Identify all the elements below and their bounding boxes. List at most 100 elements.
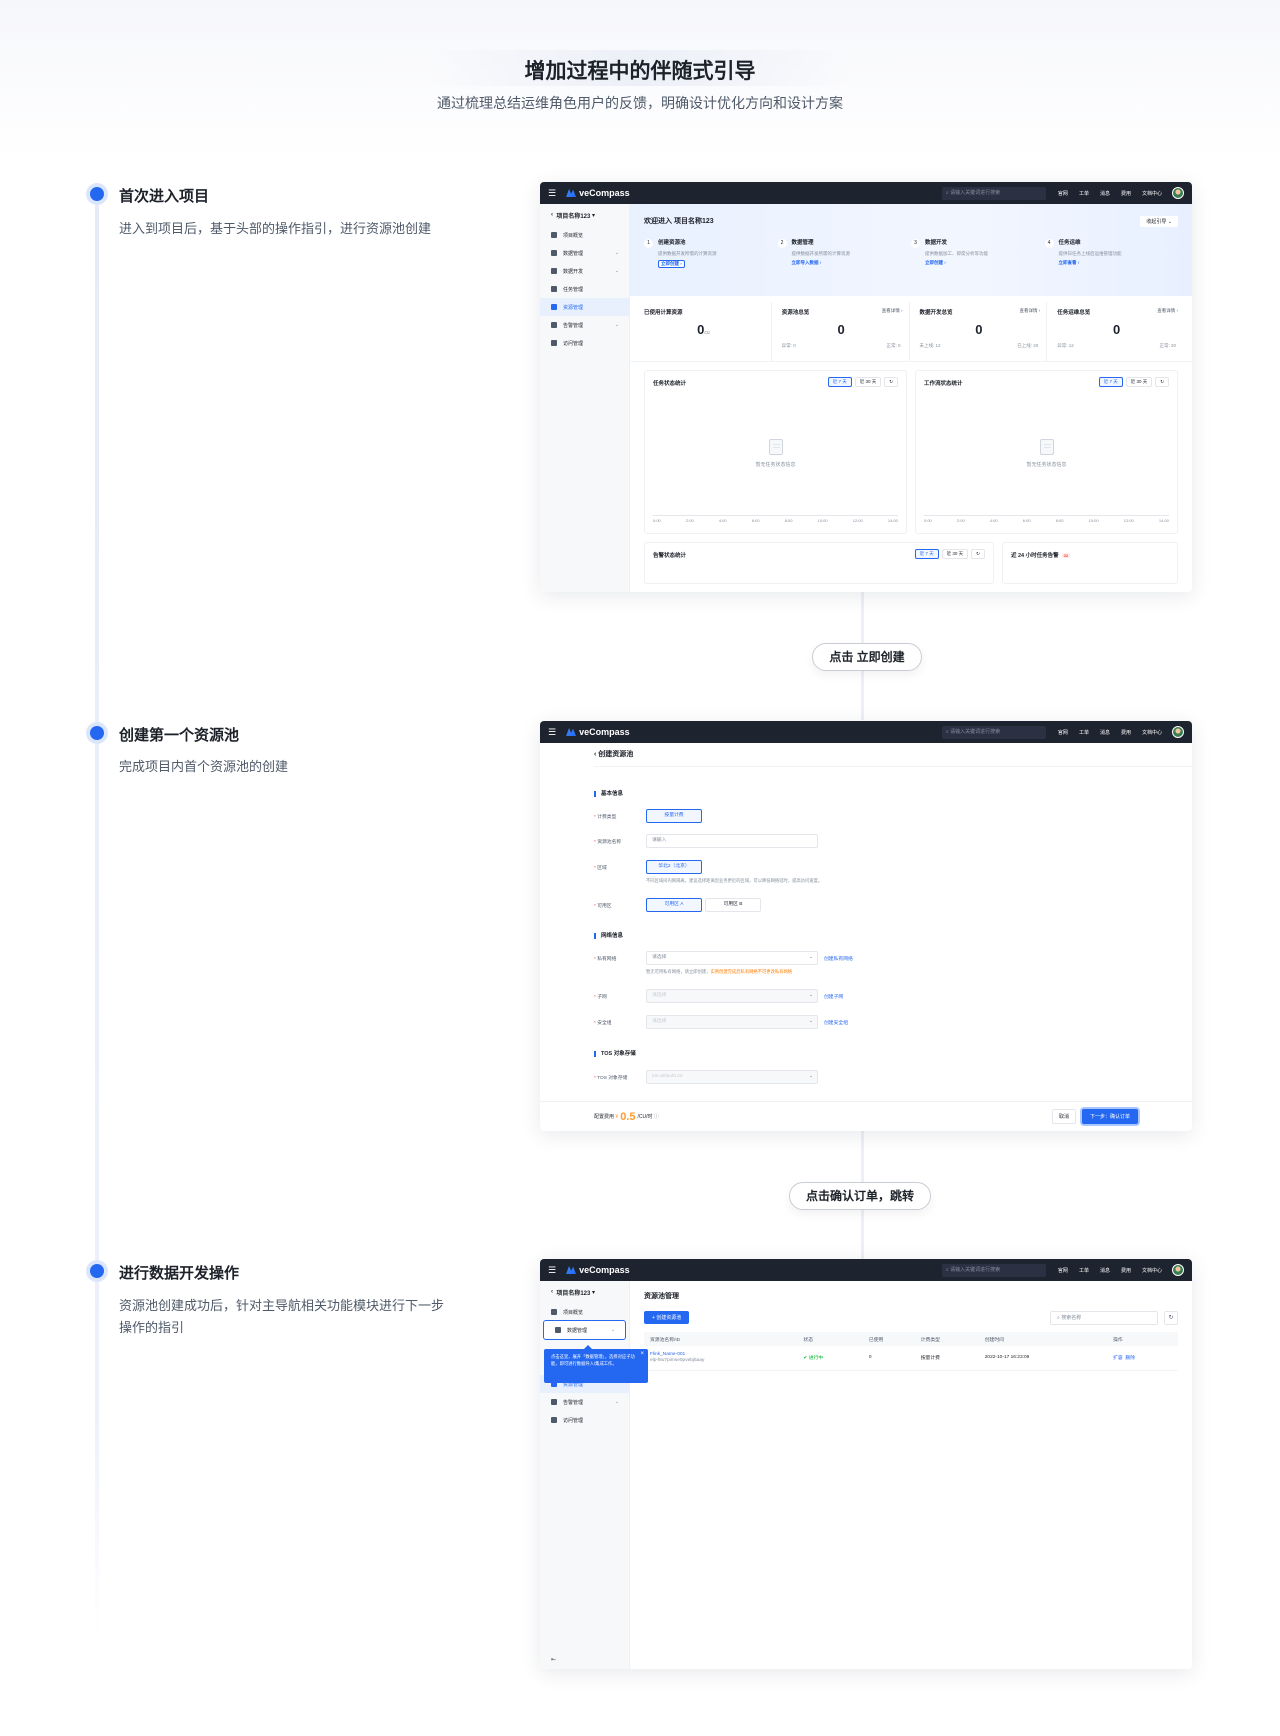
menu-icon[interactable]: ☰ <box>548 727 556 738</box>
sidebar-item-data[interactable]: 数据管理 ⌄ <box>540 244 629 262</box>
guide-step-number: 1 <box>644 239 653 248</box>
zone-b-option[interactable]: 可用区 B <box>705 898 761 912</box>
nav-message[interactable]: 消息 <box>1100 190 1110 197</box>
billing-type-option[interactable]: 按量计费 <box>646 809 702 823</box>
subnet-select[interactable]: 请选择 ⌄ <box>646 989 818 1003</box>
brand-name: veCompass <box>579 727 630 737</box>
view-ops-link[interactable]: 立即查看 › <box>1059 260 1080 265</box>
view-detail-link[interactable]: 查看详情 › <box>1020 308 1041 314</box>
collapse-guide-button[interactable]: 收起引导 ⌄ <box>1140 216 1178 227</box>
sidebar-item-data[interactable]: 数据管理 ⌄ <box>543 1320 626 1340</box>
cancel-button[interactable]: 取消 <box>1051 1109 1076 1124</box>
range-30d-button[interactable]: 近 30 天 <box>1125 377 1153 387</box>
global-search[interactable]: ⌕ 请输入关键词进行搜索 <box>941 725 1046 739</box>
nav-billing[interactable]: 费用 <box>1121 1267 1131 1274</box>
vpc-select[interactable]: 请选择 ⌄ <box>646 951 818 965</box>
close-icon[interactable]: × <box>640 1351 644 1358</box>
sidebar-item-resource[interactable]: 资源管理 <box>540 298 629 316</box>
pool-name-link[interactable]: Flink_Name-001 <box>650 1352 685 1357</box>
nav-docs[interactable]: 文档中心 <box>1142 190 1162 197</box>
tick-label: 4:00 <box>989 518 998 523</box>
view-detail-link[interactable]: 查看详情 › <box>1157 308 1178 314</box>
range-7d-button[interactable]: 近 7 天 <box>914 549 939 559</box>
sidebar-item-alarm[interactable]: 告警管理 ⌄ <box>540 1393 629 1411</box>
create-subnet-link[interactable]: 创建子网 <box>824 993 843 1000</box>
region-hint: 不同区域间内网隔离，建议选择距离您业务更近的区域，可以降低网络延时，提高访问速度… <box>646 878 823 883</box>
sidebar-item-overview[interactable]: 项目概览 <box>540 1303 629 1321</box>
nav-message[interactable]: 消息 <box>1100 1267 1110 1274</box>
sidebar-item-access[interactable]: 访问管理 <box>540 1411 629 1429</box>
sidebar-item-task[interactable]: 任务管理 <box>540 280 629 298</box>
nav-official[interactable]: 官网 <box>1058 729 1068 736</box>
import-data-link[interactable]: 立即导入数据 › <box>792 260 822 265</box>
nav-official[interactable]: 官网 <box>1058 190 1068 197</box>
refresh-icon[interactable]: ↻ <box>1155 377 1169 387</box>
app-topbar: ☰ veCompass ⌕ 请输入关键词进行搜索 官网 工单 消息 费用 文档中… <box>540 182 1192 204</box>
guide-step-number: 2 <box>777 239 787 248</box>
global-search[interactable]: ⌕ 请输入关键词进行搜索 <box>941 1263 1046 1277</box>
nav-ticket[interactable]: 工单 <box>1079 729 1089 736</box>
nav-billing[interactable]: 费用 <box>1121 729 1131 736</box>
flow-pill-create: 点击 立即创建 <box>812 643 922 671</box>
stat-value: 0 <box>837 322 845 337</box>
create-dev-link[interactable]: 立即创建 › <box>925 260 946 265</box>
next-confirm-order-button[interactable]: 下一步：确认订单 <box>1081 1109 1138 1124</box>
project-switcher[interactable]: ‹ 项目名称123 ▾ <box>540 204 629 226</box>
form-header[interactable]: ‹ 创建资源池 <box>594 743 1192 767</box>
menu-icon[interactable]: ☰ <box>548 1265 556 1276</box>
sidebar-item-label: 项目概览 <box>563 1309 584 1316</box>
view-detail-link[interactable]: 查看详情 › <box>882 308 903 314</box>
nav-message[interactable]: 消息 <box>1100 729 1110 736</box>
collapse-sidebar-icon[interactable]: ⇤ <box>551 1656 556 1663</box>
create-security-group-link[interactable]: 创建安全组 <box>824 1019 848 1026</box>
screenshot-pool-management: ☰ veCompass ⌕ 请输入关键词进行搜索 官网 工单 消息 费用 文档中… <box>540 1259 1192 1669</box>
avatar[interactable] <box>1172 1264 1184 1276</box>
avatar[interactable] <box>1172 187 1184 199</box>
sidebar-item-alarm[interactable]: 告警管理 ⌄ <box>540 316 629 334</box>
refresh-icon[interactable]: ↻ <box>1164 1311 1178 1325</box>
refresh-icon[interactable]: ↻ <box>971 549 985 559</box>
nav-ticket[interactable]: 工单 <box>1079 190 1089 197</box>
menu-icon[interactable]: ☰ <box>548 188 556 199</box>
sidebar-item-overview[interactable]: 项目概览 <box>540 226 629 244</box>
global-search[interactable]: ⌕ 请输入关键词进行搜索 <box>941 186 1046 200</box>
page-subtitle: 通过梳理总结运维角色用户的反馈，明确设计优化方向和设计方案 <box>437 95 843 111</box>
count-badge: 32 <box>1061 553 1071 558</box>
guide-step-number: 3 <box>911 239 920 248</box>
pool-search-input[interactable]: ⌕ 搜索名称 <box>1050 1311 1158 1325</box>
nav-docs[interactable]: 文档中心 <box>1142 729 1162 736</box>
range-30d-button[interactable]: 近 30 天 <box>854 377 882 387</box>
guide-step: 3 数据开发 提供数据加工、即席分析等功能 立即创建 › <box>911 238 1045 268</box>
stat-foot: 未上线: 12 <box>919 343 941 348</box>
refresh-icon[interactable]: ↻ <box>884 377 898 387</box>
delete-button[interactable]: 删除 <box>1125 1356 1135 1361</box>
logo-icon <box>566 189 577 197</box>
nav-official[interactable]: 官网 <box>1058 1267 1068 1274</box>
range-7d-button[interactable]: 近 7 天 <box>827 377 852 387</box>
step-desc: 进入到项目后，基于头部的操作指引，进行资源池创建 <box>119 221 432 236</box>
welcome-guide: 欢迎进入 项目名称123 收起引导 ⌄ 1 创建资源池 提供数据开发所需的计算资源立… <box>630 204 1192 296</box>
range-7d-button[interactable]: 近 7 天 <box>1098 377 1123 387</box>
create-pool-button[interactable]: + 创建资源池 <box>644 1311 690 1324</box>
create-now-button[interactable]: 立即创建 › <box>658 260 685 268</box>
chevron-down-icon: ⌄ <box>614 268 619 274</box>
region-option[interactable]: 华北2（北京） <box>646 860 702 874</box>
overview-icon <box>551 1309 557 1315</box>
stat-foot: 正常: 0 <box>886 343 901 348</box>
tick-label: 8:00 <box>1055 518 1064 523</box>
zone-a-option[interactable]: 可用区 A <box>646 898 702 912</box>
sidebar-item-access[interactable]: 访问管理 <box>540 334 629 352</box>
pool-name-input[interactable]: 请输入 <box>646 834 818 848</box>
nav-docs[interactable]: 文档中心 <box>1142 1267 1162 1274</box>
project-switcher[interactable]: ‹ 项目名称123 ▾ <box>540 1281 629 1303</box>
scale-button[interactable]: 扩容 <box>1113 1356 1123 1361</box>
security-group-select[interactable]: 请选择 ⌄ <box>646 1015 818 1029</box>
sidebar-item-dev[interactable]: 数据开发 ⌄ <box>540 262 629 280</box>
create-vpc-link[interactable]: 创建私有网络 <box>824 955 853 962</box>
nav-ticket[interactable]: 工单 <box>1079 1267 1089 1274</box>
screenshot-create-pool: ☰ veCompass ⌕ 请输入关键词进行搜索 官网 工单 消息 费用 文档中… <box>540 721 1192 1131</box>
tos-select[interactable]: tos-default123 ⌄ <box>646 1070 818 1084</box>
avatar[interactable] <box>1172 726 1184 738</box>
nav-billing[interactable]: 费用 <box>1121 190 1131 197</box>
range-30d-button[interactable]: 近 30 天 <box>941 549 969 559</box>
